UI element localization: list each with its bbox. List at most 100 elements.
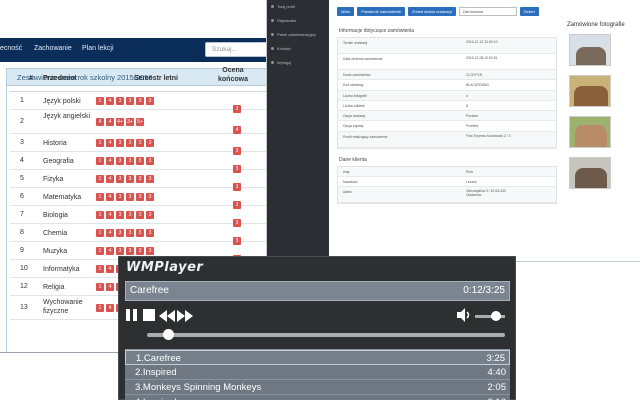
volume-icon[interactable] xyxy=(457,308,471,322)
playlist-item[interactable]: 3.Monkeys Spinning Monkeys 2:05 xyxy=(125,380,510,395)
grade-badge[interactable]: 1 xyxy=(96,139,104,147)
grade-badge[interactable]: 1 xyxy=(96,193,104,201)
field-value: Leszek xyxy=(466,180,477,185)
grade-badge[interactable]: 3 xyxy=(146,157,154,165)
grade-badge[interactable]: 4 xyxy=(106,265,114,273)
grade-badge[interactable]: 4 xyxy=(106,118,114,126)
grade-badge[interactable]: 3 xyxy=(116,211,124,219)
grade-badge[interactable]: 3 xyxy=(116,247,124,255)
grade-badge[interactable]: 3 xyxy=(126,229,134,237)
table-row: 6 Matematyka 1 4 3 3 3 3 3 xyxy=(10,188,276,209)
sidebar-item[interactable]: Panel administracyjny xyxy=(271,32,316,37)
grade-badge[interactable]: 3 xyxy=(136,175,144,183)
playlist-item[interactable]: 1.Carefree 3:25 xyxy=(125,350,510,365)
grade-badge[interactable]: 1 xyxy=(96,283,104,291)
volume-slider[interactable] xyxy=(475,311,505,321)
grade-badge[interactable]: 4 xyxy=(106,139,114,147)
grade-badge[interactable]: 3 xyxy=(126,247,134,255)
sidebar-item[interactable]: Kontakt xyxy=(271,46,291,51)
nav-item-timetable[interactable]: Plan lekcji xyxy=(82,45,114,52)
grade-badge[interactable]: 4 xyxy=(106,304,114,312)
grade-badge[interactable]: 4 xyxy=(106,247,114,255)
subject-name: Religia xyxy=(43,284,65,291)
grade-badge[interactable]: 3 xyxy=(126,193,134,201)
grade-badge[interactable]: 3 xyxy=(146,247,154,255)
grade-badge[interactable]: 3 xyxy=(146,193,154,201)
grade-badge[interactable]: 3 xyxy=(116,193,124,201)
grade-badge[interactable]: 1 xyxy=(96,157,104,165)
grade-badge[interactable]: 4+ xyxy=(116,118,124,126)
nav-item-behaviour[interactable]: Zachowanie xyxy=(34,45,72,52)
photo-thumbnail[interactable] xyxy=(569,75,611,107)
grade-badge[interactable]: 4 xyxy=(106,157,114,165)
grade-badge[interactable]: 3 xyxy=(146,211,154,219)
table-row: Data złożenia zamówienia 2016-12-08 10:02… xyxy=(338,54,556,70)
rewind-icon[interactable] xyxy=(159,309,175,322)
grade-badge[interactable]: 3 xyxy=(116,175,124,183)
grade-badge[interactable]: 3 xyxy=(136,157,144,165)
pause-icon[interactable] xyxy=(126,309,138,321)
grade-badge[interactable]: 3 xyxy=(146,175,154,183)
grade-badge[interactable]: 1 xyxy=(96,97,104,105)
grade-badge[interactable]: 4 xyxy=(96,118,104,126)
grade-badge[interactable]: 4 xyxy=(106,193,114,201)
grade-badge[interactable]: 4 xyxy=(106,229,114,237)
status-select[interactable]: Zamówione xyxy=(458,6,517,16)
grade-badge[interactable]: 4 xyxy=(106,97,114,105)
grade-badge[interactable]: 3 xyxy=(136,211,144,219)
grade-badge[interactable]: 1 xyxy=(96,247,104,255)
grade-badge[interactable]: 3 xyxy=(126,211,134,219)
volume-knob[interactable] xyxy=(491,311,501,321)
track-duration: 3:25 xyxy=(486,353,506,364)
grade-badge[interactable]: 3 xyxy=(116,139,124,147)
grade-badge[interactable]: 3 xyxy=(126,97,134,105)
grade-badge[interactable]: 3 xyxy=(146,229,154,237)
nav-item-attendance[interactable]: ecność xyxy=(0,45,22,52)
field-value: 2016-12-12 10:30:10 xyxy=(466,40,498,44)
grade-badge[interactable]: 3 xyxy=(116,97,124,105)
grade-badge[interactable]: 4 xyxy=(106,175,114,183)
grade-badge[interactable]: 3 xyxy=(116,157,124,165)
sidebar-item[interactable]: Rejestrator xyxy=(271,18,297,23)
sidebar-item[interactable]: Wyloguj xyxy=(271,60,291,65)
grade-badge[interactable]: 3 xyxy=(136,97,144,105)
row-number: 12 xyxy=(20,283,28,290)
grade-badge[interactable]: 3 xyxy=(136,229,144,237)
playlist-item[interactable]: 4.Inspired3:16 xyxy=(125,395,510,400)
change-button[interactable]: Zmień xyxy=(519,6,539,16)
back-button[interactable]: Wróć xyxy=(337,6,355,16)
table-row: Adres Gimnazjalna 3 / 10 63-430 Odolanów xyxy=(338,187,556,204)
header-final: Ocena końcowa xyxy=(218,67,248,83)
grade-badge[interactable]: 1 xyxy=(96,265,104,273)
seek-knob[interactable] xyxy=(163,329,175,340)
confirm-order-button[interactable]: Potwierdź zamówienie xyxy=(357,6,406,16)
grade-badge[interactable]: 4 xyxy=(106,283,114,291)
change-status-button[interactable]: Zmień status realizacji xyxy=(408,6,456,16)
grade-badge[interactable]: 3 xyxy=(146,97,154,105)
sidebar-item[interactable]: Twój profil xyxy=(271,4,295,9)
fast-forward-icon[interactable] xyxy=(177,309,193,322)
grade-badge[interactable]: 3 xyxy=(136,247,144,255)
photo-thumbnail[interactable] xyxy=(569,157,611,189)
grade-badge[interactable]: 3 xyxy=(136,193,144,201)
grade-badge[interactable]: 1 xyxy=(96,211,104,219)
grade-badge[interactable]: 3 xyxy=(126,157,134,165)
grade-badge[interactable]: 5+ xyxy=(136,118,144,126)
grade-badge[interactable]: 3 xyxy=(146,139,154,147)
grade-badge[interactable]: 3 xyxy=(116,229,124,237)
seek-bar[interactable] xyxy=(147,329,505,340)
grade-list: 143333 xyxy=(96,193,154,201)
grade-badge[interactable]: 4 xyxy=(106,211,114,219)
search-input[interactable]: Szukaj... xyxy=(205,42,275,57)
playlist-item[interactable]: 2.Inspired 4:40 xyxy=(125,365,510,380)
grade-badge[interactable]: 3 xyxy=(136,139,144,147)
grade-badge[interactable]: 1 xyxy=(96,304,104,312)
grade-badge[interactable]: 3 xyxy=(126,139,134,147)
photo-thumbnail[interactable] xyxy=(569,116,611,148)
stop-icon[interactable] xyxy=(143,309,155,321)
grade-badge[interactable]: 3 xyxy=(126,175,134,183)
photo-thumbnail[interactable] xyxy=(569,34,611,66)
grade-badge[interactable]: 1 xyxy=(96,229,104,237)
grade-badge[interactable]: 1 xyxy=(96,175,104,183)
grade-badge[interactable]: 3+ xyxy=(126,118,134,126)
